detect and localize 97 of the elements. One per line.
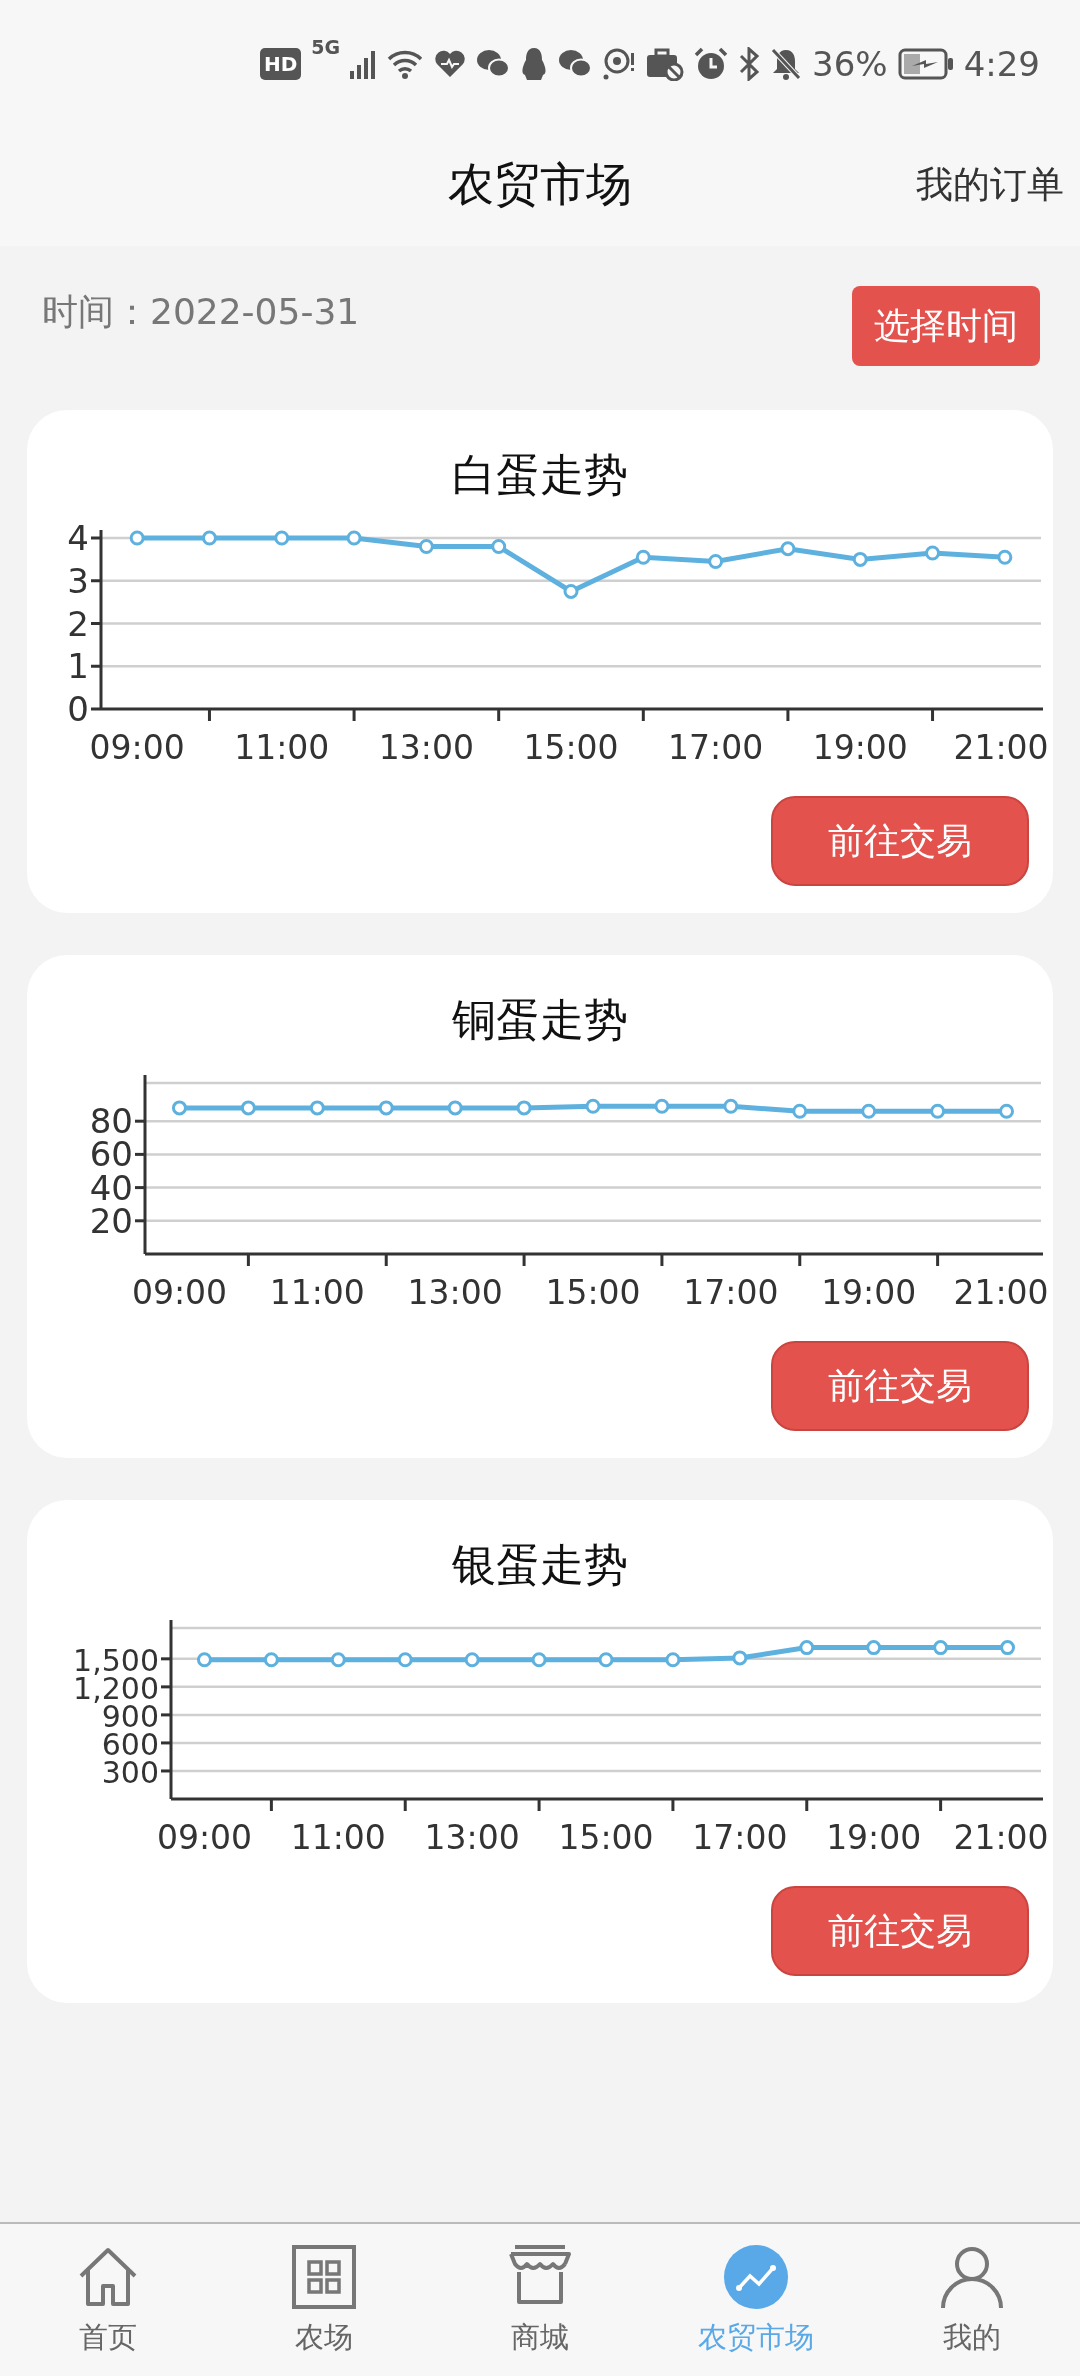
y-axis-label: 3 bbox=[67, 560, 89, 601]
data-point bbox=[665, 1652, 681, 1668]
x-axis-label: 17:00 bbox=[692, 1818, 788, 1857]
data-point bbox=[201, 530, 217, 546]
data-point bbox=[240, 1100, 256, 1116]
trade-button[interactable]: 前往交易 bbox=[771, 1886, 1029, 1976]
briefcase-icon bbox=[646, 47, 685, 81]
chart-title: 铜蛋走势 bbox=[452, 993, 628, 1047]
x-axis-label: 09:00 bbox=[89, 728, 185, 767]
x-axis-label: 11:00 bbox=[269, 1273, 365, 1312]
x-axis-label: 19:00 bbox=[812, 728, 908, 767]
select-time-button[interactable]: 选择时间 bbox=[852, 286, 1040, 366]
x-axis-label: 15:00 bbox=[558, 1818, 654, 1857]
data-point bbox=[1000, 1640, 1016, 1656]
x-axis-label: 15:00 bbox=[523, 728, 619, 767]
nav-tab[interactable]: 首页 bbox=[0, 2224, 216, 2376]
trend-chart-icon bbox=[721, 2242, 791, 2312]
battery-charging-icon bbox=[897, 48, 954, 80]
data-point bbox=[654, 1098, 670, 1114]
data-point bbox=[999, 1103, 1015, 1119]
data-point bbox=[866, 1640, 882, 1656]
nav-tab[interactable]: 商城 bbox=[432, 2224, 648, 2376]
battery-percent: 36% bbox=[812, 44, 888, 84]
data-point bbox=[516, 1100, 532, 1116]
date-label: 时间：2022-05-31 bbox=[42, 290, 360, 334]
data-point bbox=[723, 1098, 739, 1114]
x-axis-label: 21:00 bbox=[953, 728, 1049, 767]
data-point bbox=[447, 1100, 463, 1116]
network-label: 5G bbox=[311, 36, 341, 58]
x-axis-label: 21:00 bbox=[953, 1818, 1049, 1857]
data-point bbox=[852, 551, 868, 567]
data-point bbox=[397, 1652, 413, 1668]
chat-icon bbox=[476, 49, 511, 79]
x-axis-label: 13:00 bbox=[407, 1273, 503, 1312]
clock-time: 4:29 bbox=[963, 44, 1040, 84]
x-axis-label: 13:00 bbox=[378, 728, 474, 767]
x-axis-label: 19:00 bbox=[821, 1273, 917, 1312]
x-axis-label: 09:00 bbox=[156, 1818, 252, 1857]
x-axis-label: 11:00 bbox=[290, 1818, 386, 1857]
x-axis-label: 11:00 bbox=[234, 728, 330, 767]
grid-icon bbox=[289, 2242, 359, 2312]
hd-badge: HD bbox=[259, 48, 302, 80]
data-point bbox=[861, 1103, 877, 1119]
x-axis-label: 09:00 bbox=[131, 1273, 227, 1312]
data-point bbox=[171, 1100, 187, 1116]
data-point bbox=[378, 1100, 394, 1116]
my-orders-link[interactable]: 我的订单 bbox=[916, 160, 1064, 210]
data-point bbox=[418, 539, 434, 555]
data-point bbox=[274, 530, 290, 546]
data-point bbox=[732, 1650, 748, 1666]
data-point bbox=[792, 1103, 808, 1119]
x-axis-label: 15:00 bbox=[545, 1273, 641, 1312]
y-axis-label: 4 bbox=[67, 518, 89, 558]
chart-title: 白蛋走势 bbox=[452, 448, 628, 502]
data-point bbox=[464, 1652, 480, 1668]
x-axis-label: 19:00 bbox=[826, 1818, 922, 1857]
data-point bbox=[309, 1100, 325, 1116]
x-axis-label: 13:00 bbox=[424, 1818, 520, 1857]
wifi-icon bbox=[386, 48, 425, 80]
nav-tab[interactable]: 我的 bbox=[864, 2224, 1080, 2376]
heart-icon bbox=[434, 49, 467, 79]
chart-title: 银蛋走势 bbox=[452, 1538, 628, 1592]
y-axis-label: 1,500 bbox=[73, 1642, 159, 1678]
trade-button[interactable]: 前往交易 bbox=[771, 796, 1029, 886]
data-point bbox=[196, 1652, 212, 1668]
signal-icon bbox=[350, 49, 377, 79]
data-point bbox=[585, 1098, 601, 1114]
x-axis-label: 17:00 bbox=[668, 728, 764, 767]
data-point bbox=[563, 583, 579, 599]
data-point bbox=[925, 545, 941, 561]
bluetooth-icon bbox=[738, 47, 761, 81]
y-axis-label: 0 bbox=[67, 689, 89, 729]
nav-tab[interactable]: 农场 bbox=[216, 2224, 432, 2376]
data-point bbox=[933, 1640, 949, 1656]
data-point bbox=[997, 549, 1013, 565]
trade-button[interactable]: 前往交易 bbox=[771, 1341, 1029, 1431]
data-point bbox=[708, 554, 724, 569]
page-title: 农贸市场 bbox=[448, 156, 632, 213]
target-icon bbox=[602, 47, 637, 81]
x-axis-label: 21:00 bbox=[953, 1273, 1049, 1312]
data-point bbox=[635, 549, 651, 565]
data-point bbox=[930, 1103, 946, 1119]
data-point bbox=[330, 1652, 346, 1668]
data-point bbox=[129, 530, 145, 546]
data-point bbox=[780, 541, 796, 557]
alarm-icon bbox=[694, 47, 729, 81]
data-point bbox=[346, 530, 362, 546]
data-point bbox=[491, 539, 507, 555]
chat-icon bbox=[558, 49, 593, 79]
bell-off-icon bbox=[770, 47, 803, 81]
data-point bbox=[598, 1652, 614, 1668]
data-point bbox=[799, 1640, 815, 1656]
data-point bbox=[531, 1652, 547, 1668]
y-axis-label: 1 bbox=[67, 646, 89, 687]
x-axis-label: 17:00 bbox=[683, 1273, 779, 1312]
y-axis-label: 2 bbox=[67, 603, 89, 644]
data-point bbox=[263, 1652, 279, 1668]
